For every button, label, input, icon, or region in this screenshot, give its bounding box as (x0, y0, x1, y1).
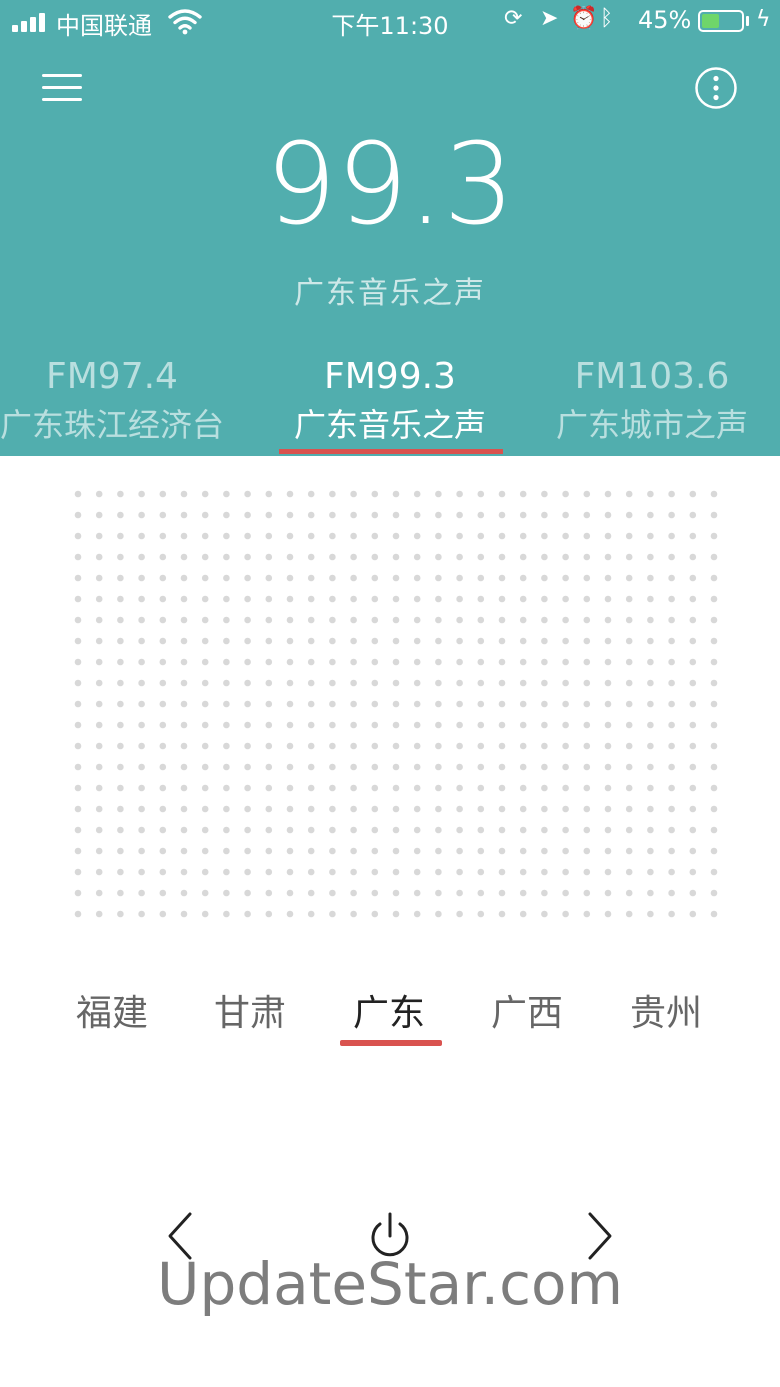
battery-icon (698, 10, 744, 32)
province-item[interactable]: 海 (748, 984, 780, 1036)
battery-level (702, 14, 719, 28)
bluetooth-icon: ᛒ (600, 6, 614, 31)
province-item[interactable]: 贵州 (611, 984, 721, 1036)
watermark-text: UpdateStar.com (157, 1250, 623, 1318)
station-frequency: FM103.6 (574, 356, 730, 397)
battery-cap (746, 16, 749, 26)
battery-percent: 45% (638, 6, 692, 34)
status-icons: ⟳ ➤ ⏰ ᛒ (504, 6, 616, 36)
current-frequency: 99.3 (265, 120, 515, 250)
station-name: 广东珠江经济台 (0, 406, 224, 444)
rotation-lock-icon: ⟳ (504, 6, 523, 31)
station-tab[interactable]: FM103.6 广东城市之声 (512, 352, 780, 448)
radio-header: 中国联通 下午11:30 ⟳ ➤ ⏰ ᛒ 45% ϟ 99.3 广东音乐之声 F… (0, 0, 780, 456)
station-name: 广东音乐之声 (293, 406, 486, 444)
alarm-icon: ⏰ (570, 6, 598, 31)
status-bar: 中国联通 下午11:30 ⟳ ➤ ⏰ ᛒ 45% ϟ (0, 0, 780, 44)
audio-visualizer-dot-grid (74, 490, 718, 918)
province-selector[interactable]: 东 福建 甘肃 广东 广西 贵州 海 (0, 976, 780, 1048)
hamburger-menu-icon[interactable] (38, 66, 86, 110)
station-tab[interactable]: FM97.4 广东珠江经济台 (0, 352, 252, 448)
station-tab-active[interactable]: FM99.3 广东音乐之声 (250, 352, 530, 448)
province-item[interactable]: 福建 (57, 984, 167, 1036)
province-indicator (340, 1040, 442, 1046)
charging-icon: ϟ (756, 7, 771, 32)
current-station-name: 广东音乐之声 (294, 276, 486, 311)
station-tab-indicator (279, 449, 503, 454)
province-item[interactable]: 甘肃 (195, 984, 305, 1036)
location-icon: ➤ (540, 6, 559, 31)
station-frequency: FM97.4 (46, 356, 178, 397)
more-vertical-icon[interactable] (694, 66, 738, 110)
station-frequency: FM99.3 (324, 356, 456, 397)
province-item-selected[interactable]: 广东 (334, 984, 444, 1036)
province-item[interactable]: 广西 (472, 984, 582, 1036)
station-name: 广东城市之声 (555, 406, 748, 444)
province-item[interactable]: 东 (0, 984, 32, 1036)
